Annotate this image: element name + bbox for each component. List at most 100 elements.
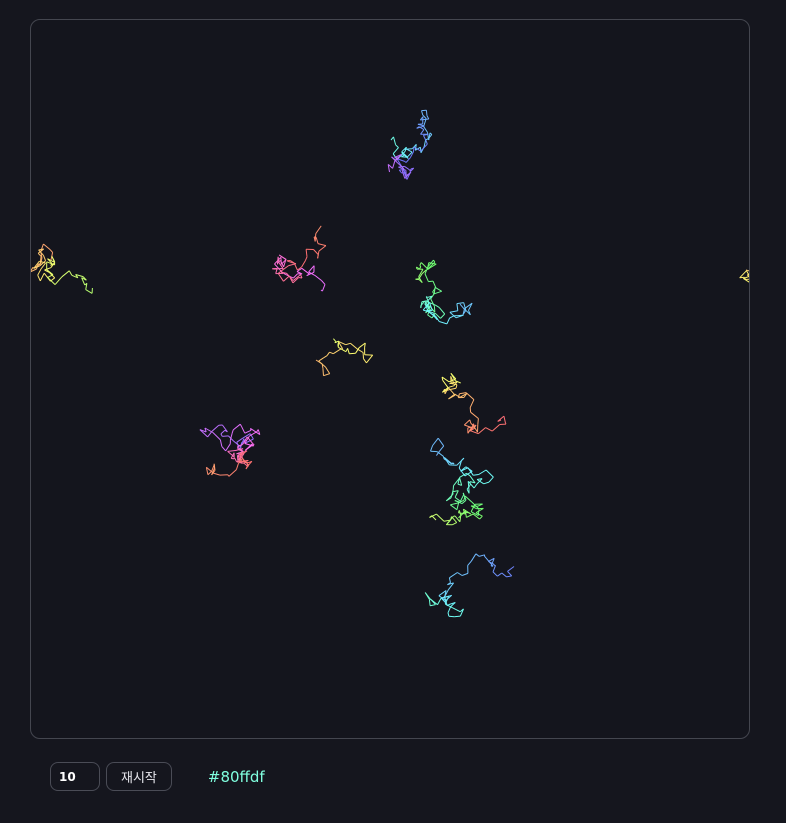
- walk-segment-8: [477, 508, 480, 516]
- restart-button[interactable]: 재시작: [106, 762, 172, 791]
- walk-segment-9: [430, 598, 438, 606]
- walk-segment-8: [432, 437, 439, 446]
- walk-segment-5: [345, 342, 351, 346]
- walk-segment-2: [318, 245, 327, 252]
- walk-segment-1: [434, 286, 442, 292]
- walk-segment-1: [430, 298, 435, 307]
- walk-segment-6: [469, 399, 475, 408]
- walk-segment-8: [473, 483, 478, 489]
- walk-segment-2: [317, 243, 327, 247]
- walk-segment-6: [478, 427, 486, 434]
- walk-segment-3: [43, 243, 51, 251]
- walk-segment-6: [485, 427, 493, 432]
- walk-segment-7: [233, 457, 237, 462]
- walk-segment-6: [477, 418, 479, 425]
- walk-segment-1: [440, 313, 446, 319]
- walk-segment-8: [442, 456, 445, 459]
- walk-segment-9: [448, 577, 451, 583]
- walk-segment-9: [448, 615, 455, 618]
- walk-segment-6: [474, 424, 477, 427]
- walk-segment-3: [85, 289, 93, 294]
- walk-segment-5: [323, 355, 328, 359]
- walk-segment-3: [43, 255, 47, 261]
- walk-segment-0: [398, 169, 402, 174]
- walk-segment-8: [462, 492, 465, 495]
- walk-segment-2: [315, 237, 319, 244]
- walk-segment-6: [442, 380, 449, 388]
- walk-segment-1: [432, 280, 437, 288]
- walk-segment-9: [492, 571, 498, 577]
- walk-segment-9: [492, 565, 496, 573]
- random-walk-canvas: [30, 19, 750, 739]
- walk-segment-0: [392, 160, 396, 169]
- walk-segment-0: [395, 144, 399, 148]
- walk-segment-9: [467, 560, 472, 566]
- walk-segment-7: [244, 429, 252, 434]
- walk-segment-5: [325, 366, 331, 374]
- walk-segment-3: [37, 274, 41, 282]
- walk-segment-9: [430, 604, 436, 607]
- walk-segment-6: [463, 419, 471, 426]
- walk-segment-0: [422, 135, 427, 142]
- walk-segment-1: [433, 290, 442, 295]
- walk-segment-8: [473, 474, 479, 476]
- walk-segment-8: [464, 495, 473, 503]
- walk-segment-0: [423, 126, 428, 133]
- walk-segment-8: [436, 513, 445, 522]
- walk-segment-7: [236, 437, 244, 443]
- walk-segment-1: [419, 266, 422, 270]
- walk-segment-9: [507, 566, 515, 572]
- walk-segment-5: [366, 354, 374, 364]
- walk-segment-2: [277, 273, 284, 282]
- current-color-label: #80ffdf: [207, 767, 265, 786]
- walk-segment-7: [232, 423, 241, 431]
- walk-segment-2: [283, 275, 290, 282]
- walk-segment-9: [478, 554, 485, 557]
- walk-segment-2: [308, 265, 315, 273]
- walk-segment-0: [425, 110, 428, 116]
- walk-segment-4: [739, 270, 747, 279]
- walk-segment-9: [507, 571, 513, 577]
- walk-segment-7: [227, 450, 236, 452]
- walk-segment-2: [278, 254, 287, 260]
- walk-segment-5: [318, 357, 324, 362]
- walk-segment-2: [298, 277, 303, 279]
- walk-segment-6: [455, 384, 458, 389]
- walk-segment-7: [239, 423, 242, 427]
- walk-segment-8: [483, 481, 490, 485]
- walk-segment-1: [456, 302, 464, 305]
- walk-segment-2: [305, 249, 308, 257]
- walk-segment-3: [37, 260, 40, 263]
- walk-segment-5: [345, 348, 349, 352]
- walk-segment-9: [475, 553, 480, 557]
- walk-segment-8: [465, 466, 473, 472]
- walk-segment-5: [350, 342, 358, 350]
- walk-segment-8: [488, 476, 494, 483]
- walk-segment-8: [450, 502, 459, 506]
- walk-segment-2: [315, 225, 322, 234]
- controls-bar: 재시작 #80ffdf: [50, 762, 265, 791]
- walk-segment-8: [459, 477, 463, 486]
- walk-segment-1: [456, 303, 459, 311]
- walk-segment-4: [746, 274, 749, 278]
- walk-segment-8: [485, 469, 494, 478]
- walk-segment-3: [39, 272, 45, 282]
- walk-segment-8: [479, 515, 483, 520]
- walk-segment-0: [404, 165, 409, 170]
- walk-segment-9: [428, 599, 431, 606]
- walk-segment-7: [240, 425, 246, 434]
- walk-segment-6: [469, 419, 472, 424]
- walker-count-input[interactable]: [50, 762, 100, 791]
- walk-segment-1: [425, 296, 428, 298]
- walk-segment-2: [314, 275, 322, 281]
- walk-segment-5: [333, 348, 341, 355]
- walk-segment-0: [420, 129, 425, 135]
- walk-segment-5: [329, 351, 334, 355]
- walk-segment-1: [439, 321, 448, 325]
- walk-segment-7: [256, 429, 259, 433]
- walk-segment-3: [37, 268, 42, 276]
- walk-segment-8: [468, 512, 471, 515]
- walk-segment-8: [450, 504, 458, 511]
- walk-segment-9: [447, 612, 450, 617]
- walk-segment-1: [428, 280, 434, 283]
